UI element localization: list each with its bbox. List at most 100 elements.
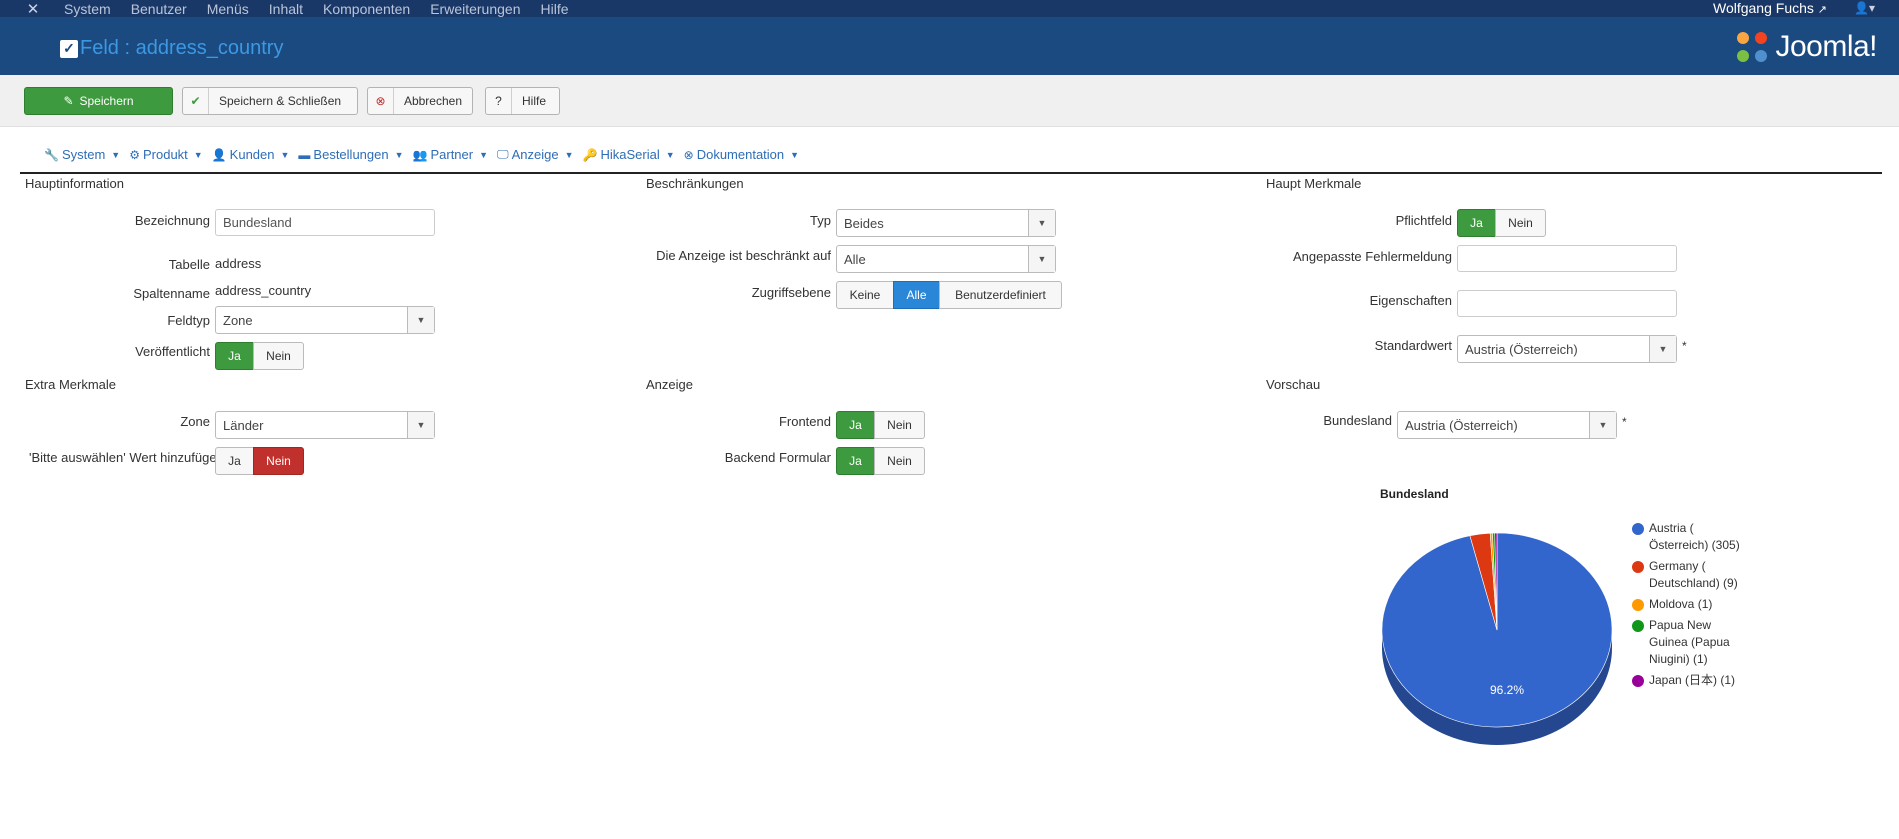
- frontend-yes[interactable]: Ja: [836, 411, 875, 439]
- access-all[interactable]: Alle: [893, 281, 940, 309]
- nav-product[interactable]: ⚙ Produkt ▼: [129, 147, 203, 162]
- menu-system[interactable]: System: [64, 1, 111, 17]
- page-title: ✓ Feld : address_country: [60, 37, 283, 60]
- top-navbar: ✕ System Benutzer Menüs Inhalt Komponent…: [0, 0, 1899, 18]
- dropdown-arrow-icon: ▼: [1649, 336, 1676, 362]
- published-no[interactable]: Nein: [253, 342, 304, 370]
- access-custom[interactable]: Benutzerdefiniert: [939, 281, 1062, 309]
- nav-divider: [20, 172, 1882, 174]
- caret-down-icon: ▼: [790, 149, 800, 160]
- caret-down-icon: ▼: [280, 149, 290, 160]
- dropdown-arrow-icon: ▼: [1589, 412, 1616, 438]
- joomla-icon[interactable]: ✕: [20, 0, 46, 18]
- default-value-select[interactable]: Austria (Österreich) ▼: [1457, 335, 1677, 363]
- nav-partner[interactable]: 👥 Partner ▼: [413, 147, 489, 162]
- backend-form-label: Backend Formular: [724, 450, 831, 465]
- joomla-logo-icon: [1737, 32, 1768, 62]
- preview-title: Vorschau: [1266, 377, 1321, 392]
- dropdown-arrow-icon: ▼: [1028, 210, 1055, 236]
- check-icon: ✔: [183, 88, 209, 114]
- legend-dot-icon: [1632, 599, 1644, 611]
- nav-documentation[interactable]: ⊗ Dokumentation ▼: [684, 147, 799, 162]
- caret-down-icon: ▼: [479, 149, 489, 160]
- zone-label: Zone: [180, 414, 210, 429]
- menu-extensions[interactable]: Erweiterungen: [430, 1, 520, 17]
- fieldtype-label: Feldtyp: [167, 313, 210, 328]
- zone-select[interactable]: Länder ▼: [215, 411, 435, 439]
- frontend-label: Frontend: [778, 414, 831, 429]
- menu-menus[interactable]: Menüs: [207, 1, 249, 17]
- joomla-logo: Joomla!: [1733, 28, 1877, 66]
- restrictions-title: Beschränkungen: [646, 176, 744, 191]
- legend-item-1[interactable]: Germany ( Deutschland) (9): [1632, 558, 1752, 592]
- legend-label: Moldova (1): [1649, 597, 1713, 611]
- save-close-button[interactable]: ✔ Speichern & Schließen: [182, 87, 358, 115]
- legend-item-3[interactable]: Papua New Guinea (Papua Niugini) (1): [1632, 617, 1752, 668]
- cubes-icon: ⚙: [129, 147, 140, 162]
- display-limit-select[interactable]: Alle ▼: [836, 245, 1056, 273]
- user-menu-icon[interactable]: 👤▾: [1854, 0, 1875, 16]
- required-no[interactable]: Nein: [1495, 209, 1546, 237]
- menu-content[interactable]: Inhalt: [269, 1, 303, 17]
- please-select-no[interactable]: Nein: [253, 447, 304, 475]
- legend-label: Papua New Guinea (Papua Niugini) (1): [1649, 618, 1730, 666]
- nav-hikaserial[interactable]: 🔑 HikaSerial ▼: [583, 147, 675, 162]
- chart-title: Bundesland: [1380, 487, 1449, 501]
- preview-required-star: *: [1622, 415, 1627, 429]
- backend-no[interactable]: Nein: [874, 447, 925, 475]
- nav-orders[interactable]: ▬ Bestellungen ▼: [298, 147, 403, 162]
- backend-yes[interactable]: Ja: [836, 447, 875, 475]
- display-limit-label: Die Anzeige ist beschränkt auf: [656, 248, 831, 263]
- legend-item-0[interactable]: Austria ( Österreich) (305): [1632, 520, 1752, 554]
- nav-customers[interactable]: 👤 Kunden ▼: [212, 147, 290, 162]
- access-label: Zugriffsebene: [751, 285, 831, 300]
- please-select-yes[interactable]: Ja: [215, 447, 254, 475]
- save-button[interactable]: ✎ Speichern: [24, 87, 173, 115]
- legend-item-4[interactable]: Japan (日本) (1): [1632, 672, 1752, 689]
- legend-dot-icon: [1632, 561, 1644, 573]
- menu-users[interactable]: Benutzer: [131, 1, 187, 17]
- caret-down-icon: ▼: [394, 149, 404, 160]
- user-link[interactable]: Wolfgang Fuchs ↗: [1713, 0, 1827, 18]
- menu-components[interactable]: Komponenten: [323, 1, 410, 17]
- type-label: Typ: [810, 213, 831, 228]
- main-info-title: Hauptinformation: [25, 176, 124, 191]
- access-none[interactable]: Keine: [836, 281, 894, 309]
- help-button[interactable]: ? Hilfe: [485, 87, 560, 115]
- caret-down-icon: ▼: [111, 149, 121, 160]
- menu-help[interactable]: Hilfe: [540, 1, 568, 17]
- legend-label: Germany ( Deutschland) (9): [1649, 559, 1738, 590]
- pie-slice-label: 96.2%: [1490, 683, 1524, 697]
- fieldtype-select[interactable]: Zone ▼: [215, 306, 435, 334]
- extra-features-title: Extra Merkmale: [25, 377, 117, 392]
- name-input[interactable]: Bundesland: [215, 209, 435, 236]
- legend-dot-icon: [1632, 620, 1644, 632]
- legend-dot-icon: [1632, 675, 1644, 687]
- please-select-label: 'Bitte auswählen' Wert hinzufüge: [29, 450, 215, 465]
- required-yes[interactable]: Ja: [1457, 209, 1496, 237]
- wrench-icon: 🔧: [44, 147, 59, 162]
- frontend-no[interactable]: Nein: [874, 411, 925, 439]
- user-icon: 👤: [211, 147, 227, 162]
- toolbar: ✎ Speichern ✔ Speichern & Schließen ⊗ Ab…: [0, 75, 1899, 127]
- question-icon: ?: [486, 88, 512, 114]
- backend-form-toggle: Ja Nein: [836, 447, 925, 475]
- help-circle-icon: ⊗: [683, 147, 694, 162]
- name-label: Bezeichnung: [134, 213, 210, 228]
- users-icon: 👥: [412, 147, 428, 162]
- error-message-input[interactable]: [1457, 245, 1677, 272]
- nav-system[interactable]: 🔧 System ▼: [44, 147, 120, 162]
- chart-legend: Austria ( Österreich) (305) Germany ( Deu…: [1632, 520, 1752, 693]
- nav-display[interactable]: 🖵 Anzeige ▼: [497, 147, 573, 162]
- key-icon: 🔑: [582, 147, 598, 162]
- properties-input[interactable]: [1457, 290, 1677, 317]
- published-yes[interactable]: Ja: [215, 342, 254, 370]
- legend-item-2[interactable]: Moldova (1): [1632, 596, 1752, 613]
- cancel-button[interactable]: ⊗ Abbrechen: [367, 87, 473, 115]
- external-link-icon: ↗: [1817, 4, 1827, 16]
- dropdown-arrow-icon: ▼: [407, 412, 434, 438]
- type-select[interactable]: Beides ▼: [836, 209, 1056, 237]
- please-select-toggle: Ja Nein: [215, 447, 304, 475]
- error-message-label: Angepasste Fehlermeldung: [1293, 249, 1452, 264]
- preview-select[interactable]: Austria (Österreich) ▼: [1397, 411, 1617, 439]
